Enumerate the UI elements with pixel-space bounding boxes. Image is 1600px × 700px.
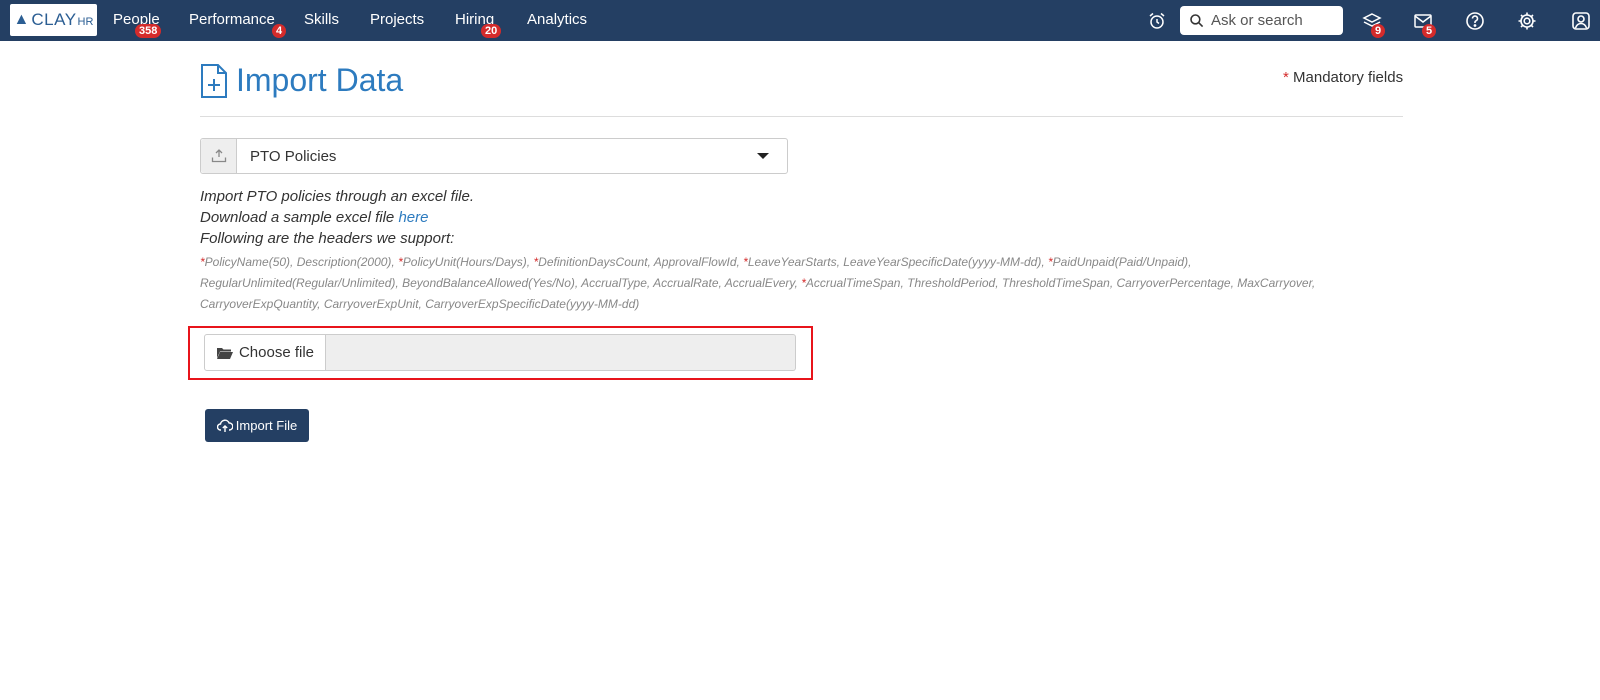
header-item: CarryoverPercentage, (1117, 276, 1234, 290)
page-title: Import Data (200, 62, 403, 99)
supported-headers-list: *PolicyName(50), Description(2000), *Pol… (200, 252, 1380, 315)
header-item: MaxCarryover, (1237, 276, 1315, 290)
header-name: ThresholdPeriod, (907, 276, 999, 290)
header-name: AccrualType, (581, 276, 651, 290)
import-file-button[interactable]: Import File (205, 409, 309, 442)
top-navbar: ▲ CLAY HR People 358 Performance 4 Skill… (0, 0, 1600, 41)
logo-suffix: HR (77, 16, 94, 28)
header-item: LeaveYearSpecificDate(yyyy-MM-dd), (843, 255, 1044, 269)
header-item: RegularUnlimited(Regular/Unlimited), (200, 276, 399, 290)
mandatory-label: Mandatory fields (1293, 69, 1404, 86)
cloud-upload-icon (216, 419, 233, 432)
header-name: AccrualRate, (653, 276, 722, 290)
header-item: *DefinitionDaysCount, (533, 255, 650, 269)
header-name: DefinitionDaysCount, (538, 255, 651, 269)
header-item: *PolicyUnit(Hours/Days), (398, 255, 530, 269)
page-title-text: Import Data (236, 62, 404, 98)
header-item: AccrualRate, (653, 276, 722, 290)
desc-line-2: Download a sample excel file here (200, 209, 428, 226)
header-name: AccrualTimeSpan, (805, 276, 904, 290)
user-profile-icon[interactable] (1570, 10, 1592, 32)
mandatory-fields-note: * Mandatory fields (1283, 69, 1403, 86)
header-name: CarryoverExpUnit, (323, 297, 422, 311)
clayhr-logo[interactable]: ▲ CLAY HR (10, 4, 97, 36)
add-file-icon (201, 63, 227, 98)
sample-file-link[interactable]: here (398, 209, 428, 226)
header-name: CarryoverExpQuantity, (200, 297, 321, 311)
header-name: Description(2000), (296, 255, 395, 269)
logo-mark-icon: ▲ (13, 11, 30, 28)
logo-text: CLAY (31, 10, 77, 29)
search-input[interactable] (1209, 11, 1343, 30)
desc-line-3: Following are the headers we support: (200, 230, 455, 247)
header-name: LeaveYearSpecificDate(yyyy-MM-dd), (843, 255, 1045, 269)
header-name: CarryoverExpSpecificDate(yyyy-MM-dd) (425, 297, 640, 311)
gear-icon[interactable] (1516, 10, 1538, 32)
desc-line-2-text: Download a sample excel file (200, 209, 395, 226)
header-name: RegularUnlimited(Regular/Unlimited), (200, 276, 399, 290)
nav-projects[interactable]: Projects (370, 11, 424, 28)
nav-performance-badge: 4 (272, 24, 287, 38)
import-file-label: Import File (235, 418, 298, 433)
mandatory-star: * (1283, 69, 1289, 86)
nav-analytics[interactable]: Analytics (527, 11, 587, 28)
header-item: *LeaveYearStarts, (743, 255, 840, 269)
nav-performance[interactable]: Performance (189, 11, 275, 28)
header-item: CarryoverExpSpecificDate(yyyy-MM-dd) (425, 297, 639, 311)
header-item: *AccrualTimeSpan, (801, 276, 904, 290)
header-name: PaidUnpaid(Paid/Unpaid), (1052, 255, 1192, 269)
nav-skills-label: Skills (304, 11, 340, 28)
header-item: AccrualEvery, (725, 276, 798, 290)
title-divider (200, 116, 1403, 117)
header-item: ThresholdPeriod, (907, 276, 998, 290)
nav-analytics-label: Analytics (527, 11, 588, 28)
upload-tray-icon (201, 139, 237, 173)
header-item: ApprovalFlowId, (654, 255, 740, 269)
chevron-down-icon (757, 153, 769, 159)
header-name: ApprovalFlowId, (653, 255, 740, 269)
header-name: PolicyUnit(Hours/Days), (402, 255, 531, 269)
header-name: CarryoverPercentage, (1116, 276, 1234, 290)
alarm-clock-icon[interactable] (1146, 10, 1168, 32)
import-type-select[interactable]: PTO Policies (200, 138, 788, 174)
folder-open-icon (216, 347, 233, 359)
import-type-value: PTO Policies (250, 147, 337, 165)
nav-hiring-badge: 20 (481, 24, 502, 38)
header-name: BeyondBalanceAllowed(Yes/No), (402, 276, 579, 290)
header-name: PolicyName(50), (204, 255, 294, 269)
choose-file-button[interactable]: Choose file (204, 334, 326, 371)
header-name: ThresholdTimeSpan, (1001, 276, 1114, 290)
choose-file-label: Choose file (238, 344, 315, 361)
file-name-display[interactable] (326, 334, 796, 371)
header-name: LeaveYearStarts, (747, 255, 840, 269)
header-name: AccrualEvery, (724, 276, 798, 290)
header-item: CarryoverExpUnit, (324, 297, 422, 311)
nav-projects-label: Projects (370, 11, 425, 28)
search-box[interactable] (1180, 6, 1343, 35)
header-item: ThresholdTimeSpan, (1002, 276, 1113, 290)
mail-badge: 5 (1422, 24, 1437, 38)
nav-skills[interactable]: Skills (304, 11, 339, 28)
header-item: *PaidUnpaid(Paid/Unpaid), (1048, 255, 1191, 269)
header-item: BeyondBalanceAllowed(Yes/No), (402, 276, 578, 290)
header-name: MaxCarryover, (1237, 276, 1316, 290)
help-icon[interactable] (1464, 10, 1486, 32)
header-item: AccrualType, (581, 276, 650, 290)
file-input-group[interactable]: Choose file (204, 334, 796, 371)
header-item: Description(2000), (297, 255, 395, 269)
desc-line-1: Import PTO policies through an excel fil… (200, 188, 475, 205)
search-icon (1190, 13, 1204, 27)
header-item: *PolicyName(50), (200, 255, 293, 269)
nav-performance-label: Performance (189, 11, 275, 28)
layers-badge: 9 (1371, 24, 1386, 38)
nav-people-badge: 358 (135, 24, 162, 38)
header-item: CarryoverExpQuantity, (200, 297, 321, 311)
